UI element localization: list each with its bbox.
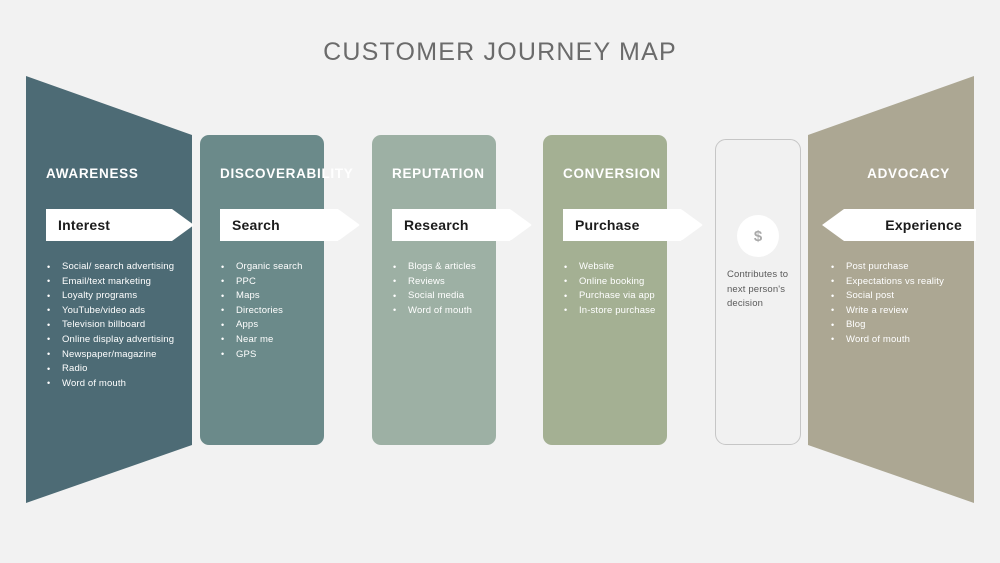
list-item: Directories: [220, 303, 340, 319]
stage-banner-label-reputation: Research: [404, 217, 469, 233]
stage-banner-label-awareness: Interest: [58, 217, 111, 233]
stage-banner-label-advocacy: Experience: [885, 217, 962, 233]
stage-banner-awareness[interactable]: Interest: [46, 209, 194, 241]
list-item: Post purchase: [830, 260, 970, 275]
dollar-sign-glyph: $: [753, 227, 763, 245]
stage-list-conversion: Website Online booking Purchase via app …: [563, 260, 683, 318]
list-item: Email/text marketing: [46, 274, 186, 290]
list-item: Social post: [830, 289, 970, 304]
stage-banner-advocacy[interactable]: Experience: [822, 209, 976, 241]
list-item: Radio: [46, 362, 186, 377]
stage-banner-discoverability[interactable]: Search: [220, 209, 360, 241]
list-item: Word of mouth: [46, 376, 186, 392]
journey-map-diagram: $ Contributes to next person's decision …: [0, 0, 1000, 563]
stage-heading-reputation: REPUTATION: [392, 166, 485, 181]
list-item: Near me: [220, 332, 340, 348]
list-item: YouTube/video ads: [46, 303, 186, 319]
list-item: In-store purchase: [563, 303, 683, 319]
list-item: Online display advertising: [46, 332, 186, 348]
stage-list-discoverability: Organic search PPC Maps Directories Apps…: [220, 260, 340, 362]
list-item: Social media: [392, 289, 512, 304]
list-item: Maps: [220, 289, 340, 304]
list-item: Blog: [830, 318, 970, 333]
list-item: PPC: [220, 274, 340, 290]
stage-heading-advocacy: ADVOCACY: [867, 166, 950, 181]
stage-banner-label-conversion: Purchase: [575, 217, 640, 233]
list-item: Organic search: [220, 260, 340, 275]
list-item: Apps: [220, 318, 340, 333]
list-item: GPS: [220, 347, 340, 363]
list-item: Online booking: [563, 274, 683, 290]
stage-list-awareness: Social/ search advertising Email/text ma…: [46, 260, 186, 391]
list-item: Social/ search advertising: [46, 260, 186, 275]
list-item: Newspaper/magazine: [46, 347, 186, 363]
list-item: Television billboard: [46, 318, 186, 333]
list-item: Loyalty programs: [46, 289, 186, 304]
stage-banner-conversion[interactable]: Purchase: [563, 209, 703, 241]
list-item: Word of mouth: [830, 332, 970, 348]
contributes-card-text: Contributes to next person's decision: [727, 269, 789, 310]
contributes-card[interactable]: $ Contributes to next person's decision: [715, 139, 801, 445]
stage-heading-conversion: CONVERSION: [563, 166, 661, 181]
list-item: Purchase via app: [563, 289, 683, 304]
list-item: Website: [563, 260, 683, 275]
stage-heading-awareness: AWARENESS: [46, 166, 139, 181]
stage-banner-reputation[interactable]: Research: [392, 209, 532, 241]
stage-list-reputation: Blogs & articles Reviews Social media Wo…: [392, 260, 512, 318]
list-item: Expectations vs reality: [830, 274, 970, 290]
list-item: Write a review: [830, 303, 970, 319]
dollar-sign-icon: $: [737, 215, 779, 257]
stage-banner-label-discoverability: Search: [232, 217, 280, 233]
list-item: Word of mouth: [392, 303, 512, 319]
stage-list-advocacy: Post purchase Expectations vs reality So…: [830, 260, 970, 348]
list-item: Reviews: [392, 274, 512, 290]
list-item: Blogs & articles: [392, 260, 512, 275]
stage-heading-discoverability: DISCOVERABILITY: [220, 166, 354, 181]
